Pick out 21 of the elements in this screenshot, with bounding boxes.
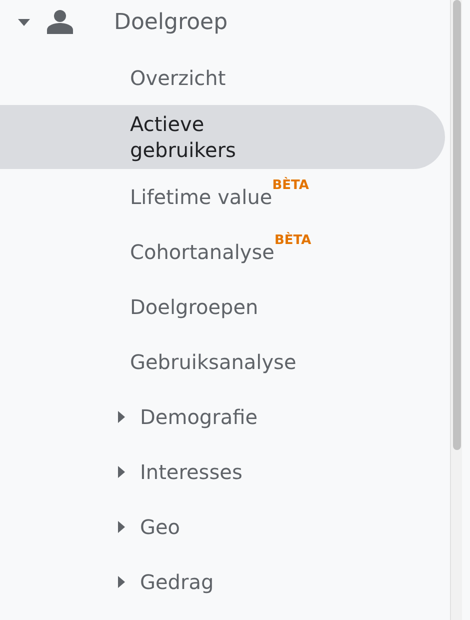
beta-label: BÈTA xyxy=(272,178,309,195)
section-title[interactable]: Doelgroep xyxy=(114,6,228,38)
person-icon xyxy=(46,10,74,34)
nav-item-label: Cohortanalyse xyxy=(130,238,274,264)
caret-right-icon[interactable] xyxy=(118,576,125,588)
caret-right-icon[interactable] xyxy=(118,410,125,422)
scrollbar-thumb[interactable] xyxy=(453,0,461,450)
scrollbar[interactable] xyxy=(450,0,462,620)
nav-item[interactable]: Demografie xyxy=(0,389,445,444)
caret-down-icon[interactable] xyxy=(18,18,30,26)
nav-item-label: Lifetime value xyxy=(130,184,272,210)
caret-right-icon[interactable] xyxy=(118,520,125,532)
nav-item[interactable]: Interesses xyxy=(0,444,445,499)
caret-right-icon[interactable] xyxy=(118,466,125,478)
beta-label: BÈTA xyxy=(274,233,312,250)
nav-item[interactable]: Gedrag xyxy=(0,554,445,609)
nav-item[interactable]: Actieve gebruikers xyxy=(0,105,445,169)
nav-item[interactable]: Overzicht xyxy=(0,50,445,105)
nav-item[interactable]: Doelgroepen xyxy=(0,279,445,334)
nav-item[interactable]: Gebruiksanalyse xyxy=(0,334,445,389)
nav-item[interactable]: Geo xyxy=(0,499,445,554)
